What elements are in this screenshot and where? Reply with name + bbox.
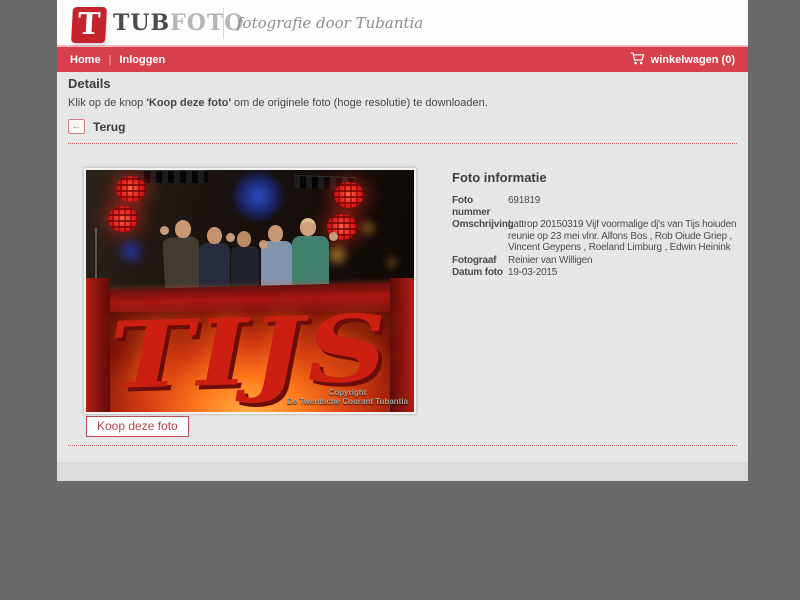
instruction-bold: 'Koop deze foto' <box>146 97 231 109</box>
stage-truss-left <box>138 170 208 183</box>
site-header: T TUBFOTO fotografie door Tubantia <box>57 0 748 47</box>
person-1-hand <box>160 226 169 235</box>
person-2-hand <box>226 233 235 242</box>
instruction-text: Klik op de knop 'Koop deze foto' om de o… <box>68 97 488 109</box>
info-label: Omschrijving <box>452 219 508 254</box>
amber-light-bokeh <box>358 218 378 238</box>
info-row-datumfoto: Datum foto 19-03-2015 <box>452 267 744 279</box>
back-button[interactable]: ← Terug <box>68 119 125 134</box>
photo-info-title: Foto informatie <box>452 170 744 185</box>
panel-footer <box>57 462 748 481</box>
dotted-separator-bottom <box>68 445 737 446</box>
header-divider <box>223 8 224 39</box>
person-5-hand <box>329 232 338 241</box>
person-1-head <box>175 220 191 238</box>
info-row-fotonummer: Foto nummer 691819 <box>452 195 744 218</box>
photo-scene: TIJS Copyright De Twentsche Courant Tuba… <box>86 170 414 412</box>
instruction-post: om de originele foto (hoge resolutie) te… <box>231 97 488 109</box>
info-value: Reinier van Willigen <box>508 255 744 267</box>
instruction-pre: Klik op de knop <box>68 97 146 109</box>
brand-wordmark[interactable]: TUBFOTO <box>113 10 244 36</box>
buy-photo-button[interactable]: Koop deze foto <box>86 416 189 437</box>
blue-light-bokeh <box>116 236 146 266</box>
red-stage-light <box>334 182 364 208</box>
site-tagline: fotografie door Tubantia <box>237 14 423 32</box>
info-row-fotograaf: Fotograaf Reinier van Willigen <box>452 255 744 267</box>
info-label: Datum foto <box>452 267 508 279</box>
brand-foto: FOTO <box>170 10 244 36</box>
person-5-head <box>300 218 316 236</box>
info-label: Foto nummer <box>452 195 508 218</box>
red-stage-light <box>116 176 146 202</box>
copyright-line1: Copyright <box>287 388 408 397</box>
nav-home-link[interactable]: Home <box>70 54 101 66</box>
red-stage-light <box>108 206 138 232</box>
site-panel: T TUBFOTO fotografie door Tubantia Home … <box>57 0 748 481</box>
person-3-head <box>237 231 251 247</box>
photo-preview[interactable]: TIJS Copyright De Twentsche Courant Tuba… <box>84 168 416 414</box>
cart-area[interactable]: winkelwagen (0) <box>630 52 735 68</box>
copyright-watermark: Copyright De Twentsche Courant Tubantia <box>287 388 408 406</box>
brand-tub: TUB <box>113 10 170 36</box>
copyright-line2: De Twentsche Courant Tubantia <box>287 397 408 406</box>
tubfoto-logo-icon[interactable]: T <box>71 7 107 43</box>
cart-label[interactable]: winkelwagen (0) <box>651 54 735 66</box>
cart-icon <box>630 52 645 68</box>
dotted-separator-top <box>68 143 737 144</box>
info-value: 19-03-2015 <box>508 267 744 279</box>
person-2-head <box>207 227 222 244</box>
back-arrow-icon[interactable]: ← <box>68 119 85 134</box>
info-label: Fotograaf <box>452 255 508 267</box>
info-value: 691819 <box>508 195 744 218</box>
main-nav: Home | Inloggen winkelwagen (0) <box>57 47 748 72</box>
amber-light-bokeh <box>384 254 400 270</box>
info-row-omschrijving: Omschrijving Lattrop 20150319 Vijf voorm… <box>452 219 744 254</box>
person-4-hand <box>259 240 268 249</box>
person-4-head <box>268 225 283 242</box>
nav-inloggen-link[interactable]: Inloggen <box>119 54 165 66</box>
nav-divider: | <box>109 54 112 66</box>
back-label[interactable]: Terug <box>93 120 125 134</box>
blue-light-bokeh <box>232 172 284 220</box>
info-value: Lattrop 20150319 Vijf voormalige dj's va… <box>508 219 744 254</box>
photo-info-section: Foto informatie Foto nummer 691819 Omsch… <box>452 170 744 280</box>
page-title: Details <box>68 76 111 91</box>
